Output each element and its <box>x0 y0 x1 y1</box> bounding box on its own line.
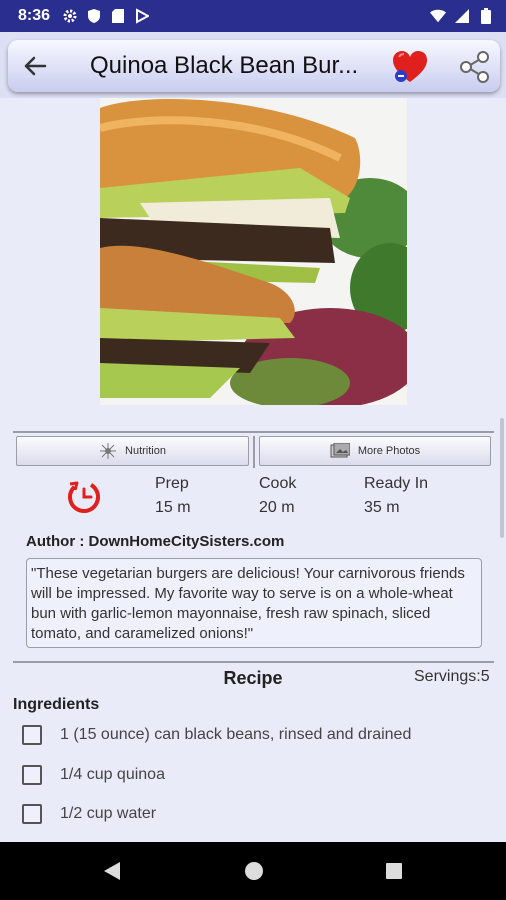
servings-selector[interactable]: Servings:5 <box>414 668 490 686</box>
nutrition-icon <box>100 443 117 459</box>
recipe-photo[interactable] <box>100 98 407 405</box>
status-time: 8:36 <box>18 7 51 24</box>
ingredient-checkbox[interactable] <box>22 725 42 745</box>
heart-icon <box>393 51 427 82</box>
ingredient-item[interactable]: 1 (15 ounce) can black beans, rinsed and… <box>22 723 411 747</box>
cook-label: Cook <box>259 475 297 492</box>
share-button[interactable] <box>458 50 492 84</box>
ingredients-heading: Ingredients <box>13 696 100 713</box>
ready-time: Ready In 35 m <box>364 472 428 520</box>
scrollbar[interactable] <box>500 418 504 538</box>
divider <box>253 436 255 468</box>
ingredient-text: 1 (15 ounce) can black beans, rinsed and… <box>60 726 412 743</box>
cook-value: 20 m <box>259 499 295 516</box>
divider <box>13 431 494 433</box>
divider <box>13 661 494 663</box>
prep-time: Prep 15 m <box>155 472 191 520</box>
play-store-icon <box>134 8 150 24</box>
shield-icon <box>86 8 102 24</box>
app-bar: Quinoa Black Bean Bur... <box>0 32 506 98</box>
system-nav-bar <box>0 842 506 900</box>
app-bar-panel: Quinoa Black Bean Bur... <box>8 40 500 92</box>
nav-home-button[interactable] <box>243 860 265 882</box>
ingredient-text: 1/2 cup water <box>60 805 157 822</box>
prep-label: Prep <box>155 475 189 492</box>
more-photos-label: More Photos <box>357 445 421 457</box>
nutrition-button[interactable]: Nutrition <box>16 436 249 466</box>
author-link[interactable]: Author : DownHomeCitySisters.com <box>26 533 284 550</box>
ready-label: Ready In <box>364 475 429 492</box>
status-bar: 8:36 <box>0 0 506 32</box>
nav-back-button[interactable] <box>101 860 123 882</box>
cook-time: Cook 20 m <box>259 472 296 520</box>
nav-recents-button[interactable] <box>383 860 405 882</box>
prep-value: 15 m <box>155 499 191 516</box>
triangle-back-icon <box>104 862 120 880</box>
sd-card-icon <box>110 8 126 24</box>
ingredient-checkbox[interactable] <box>22 765 42 785</box>
battery-icon <box>478 8 494 24</box>
circle-home-icon <box>245 862 263 880</box>
share-icon <box>460 51 489 83</box>
page-title: Quinoa Black Bean Bur... <box>90 52 359 79</box>
recipe-description: "These vegetarian burgers are delicious!… <box>26 558 482 648</box>
signal-icon <box>454 8 470 24</box>
wifi-icon <box>430 8 446 24</box>
ingredient-item[interactable]: 1/2 cup water <box>22 802 156 826</box>
more-photos-button[interactable]: More Photos <box>259 436 491 466</box>
ready-value: 35 m <box>364 499 400 516</box>
favorite-button[interactable] <box>390 48 430 86</box>
nutrition-label: Nutrition <box>125 445 166 457</box>
gear-icon <box>62 8 78 24</box>
arrow-left-icon <box>24 56 47 76</box>
recipe-content[interactable]: Nutrition More Photos Prep 15 m Cook 20 … <box>0 98 506 842</box>
back-button[interactable] <box>20 52 50 80</box>
square-recents-icon <box>386 863 402 879</box>
timer-icon <box>64 476 104 514</box>
ingredient-text: 1/4 cup quinoa <box>60 766 165 783</box>
ingredient-item[interactable]: 1/4 cup quinoa <box>22 763 165 787</box>
ingredient-checkbox[interactable] <box>22 804 42 824</box>
photo-gallery-icon <box>330 443 350 458</box>
